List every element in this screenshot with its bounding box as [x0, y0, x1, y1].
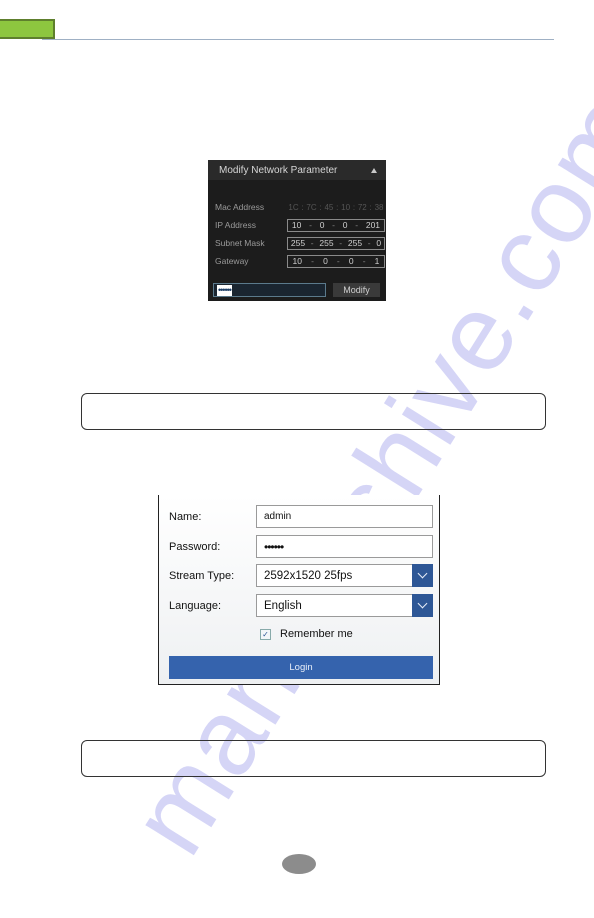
- ip-octet[interactable]: 0: [343, 220, 348, 230]
- stream-type-select[interactable]: 2592x1520 25fps: [256, 564, 433, 587]
- gateway-octet[interactable]: 10: [293, 256, 302, 266]
- name-input[interactable]: admin: [256, 505, 433, 528]
- language-label: Language:: [169, 599, 221, 612]
- mask-octet[interactable]: 255: [319, 238, 333, 248]
- ip-address-input[interactable]: 10- 0- 0- 201: [287, 218, 385, 232]
- stream-type-row: Stream Type: 2592x1520 25fps: [169, 564, 433, 587]
- subnet-mask-label: Subnet Mask: [215, 238, 265, 248]
- subnet-mask-row: Subnet Mask 255- 255- 255- 0: [215, 236, 385, 250]
- name-row: Name: admin: [169, 505, 433, 528]
- chevron-down-icon[interactable]: [412, 594, 433, 617]
- login-panel: Name: admin Password: •••••• Stream Type…: [158, 495, 440, 685]
- gateway-input[interactable]: 10- 0- 0- 1: [287, 254, 385, 268]
- chevron-down-icon[interactable]: [412, 564, 433, 587]
- gateway-octet[interactable]: 0: [323, 256, 328, 266]
- mac-address-row: Mac Address 1C: 7C: 45: 10: 72: 38: [215, 200, 383, 214]
- page-number-badge: [282, 854, 316, 874]
- modify-button[interactable]: Modify: [333, 283, 380, 297]
- mac-address-value: 1C: 7C: 45: 10: 72: 38: [288, 202, 384, 212]
- language-select[interactable]: English: [256, 594, 433, 617]
- ip-address-row: IP Address 10- 0- 0- 201: [215, 218, 385, 232]
- mac-octet: 45: [324, 202, 334, 212]
- stream-type-value: 2592x1520 25fps: [264, 569, 353, 582]
- mask-octet[interactable]: 0: [376, 238, 381, 248]
- mac-octet: 10: [341, 202, 351, 212]
- subnet-mask-input[interactable]: 255- 255- 255- 0: [287, 236, 385, 250]
- password-row: Password: ••••••: [169, 535, 433, 558]
- note-box: [81, 393, 546, 430]
- mac-octet: 1C: [288, 202, 299, 212]
- ip-octet[interactable]: 10: [292, 220, 301, 230]
- password-label: Password:: [169, 540, 221, 553]
- password-value: ••••••: [217, 284, 232, 296]
- mac-octet: 72: [357, 202, 367, 212]
- gateway-label: Gateway: [215, 256, 249, 266]
- triangle-up-icon[interactable]: [371, 167, 377, 173]
- gateway-octet[interactable]: 1: [375, 256, 380, 266]
- modify-network-panel: Modify Network Parameter Mac Address 1C:…: [208, 160, 386, 301]
- name-label: Name:: [169, 510, 202, 523]
- panel-title: Modify Network Parameter: [219, 164, 338, 176]
- mask-octet[interactable]: 255: [348, 238, 362, 248]
- mask-octet[interactable]: 255: [291, 238, 305, 248]
- ip-address-label: IP Address: [215, 220, 256, 230]
- remember-me-row[interactable]: ✓ Remember me: [260, 628, 353, 640]
- ip-octet[interactable]: 0: [320, 220, 325, 230]
- mac-octet: 7C: [306, 202, 317, 212]
- language-row: Language: English: [169, 594, 433, 617]
- header-rule: [42, 39, 554, 40]
- password-input[interactable]: ••••••: [256, 535, 433, 558]
- gateway-row: Gateway 10- 0- 0- 1: [215, 254, 385, 268]
- mac-octet: 38: [374, 202, 384, 212]
- stream-type-label: Stream Type:: [169, 569, 235, 582]
- ip-octet[interactable]: 201: [366, 220, 380, 230]
- remember-me-checkbox[interactable]: ✓: [260, 628, 271, 640]
- chapter-tab: [0, 19, 55, 39]
- language-value: English: [264, 599, 302, 612]
- gateway-octet[interactable]: 0: [349, 256, 354, 266]
- mac-address-label: Mac Address: [215, 202, 265, 212]
- remember-me-label: Remember me: [280, 628, 353, 640]
- login-button[interactable]: Login: [169, 656, 433, 679]
- panel-header[interactable]: Modify Network Parameter: [208, 160, 386, 180]
- admin-password-input[interactable]: ••••••: [213, 283, 326, 297]
- note-box: [81, 740, 546, 777]
